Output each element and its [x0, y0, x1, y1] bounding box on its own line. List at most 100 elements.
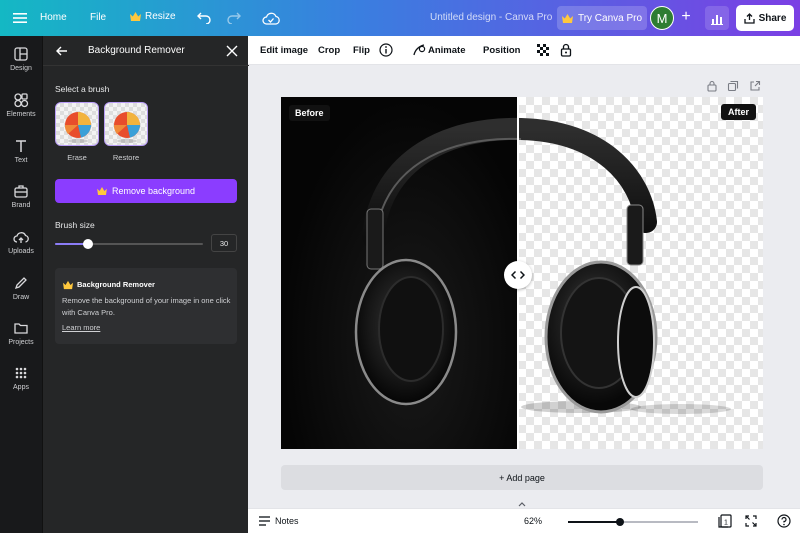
rail-item-brand[interactable]: Brand	[0, 183, 42, 223]
menu-icon[interactable]	[12, 10, 28, 26]
rail-label: Projects	[8, 339, 34, 346]
beach-ball-icon	[64, 112, 91, 143]
animate-icon	[412, 43, 426, 57]
position-button[interactable]: Position	[483, 45, 520, 56]
rail-item-elements[interactable]: Elements	[0, 92, 42, 132]
undo-icon[interactable]	[196, 10, 212, 26]
chevron-left-right-icon	[511, 270, 525, 280]
grid-icon	[15, 367, 27, 379]
add-page-button[interactable]: + Add page	[281, 465, 763, 490]
cloud-upload-icon	[13, 232, 29, 243]
erase-label: Erase	[67, 153, 87, 162]
lock-icon[interactable]	[559, 43, 573, 57]
document-title[interactable]: Untitled design - Canva Pro	[430, 12, 552, 23]
rail-item-design[interactable]: Design	[0, 46, 42, 86]
compare-slider-handle[interactable]	[504, 261, 532, 289]
transparency-icon[interactable]	[536, 43, 550, 57]
brush-size-input[interactable]: 30	[211, 234, 237, 252]
before-tag: Before	[289, 105, 330, 121]
duplicate-page-icon[interactable]	[727, 80, 739, 92]
close-icon[interactable]	[225, 44, 239, 58]
pro-info-card: Background Remover Remove the background…	[55, 268, 237, 344]
select-brush-label: Select a brush	[55, 84, 110, 94]
zoom-fill	[568, 521, 620, 523]
crown-icon	[63, 280, 73, 290]
file-menu[interactable]: File	[90, 12, 106, 23]
folder-icon	[14, 323, 28, 334]
erase-brush-tile[interactable]	[55, 102, 99, 146]
info-body: Remove the background of your image in o…	[62, 296, 231, 317]
back-arrow-icon[interactable]	[55, 44, 69, 58]
share-button[interactable]: Share	[736, 5, 794, 31]
help-icon[interactable]	[777, 514, 791, 528]
crop-button[interactable]: Crop	[318, 45, 340, 56]
crown-icon	[97, 187, 107, 195]
fullscreen-icon[interactable]	[745, 515, 757, 527]
left-rail: Design Elements Text Brand Uploads Draw …	[0, 36, 42, 533]
animate-button[interactable]: Animate	[428, 45, 465, 56]
rail-label: Uploads	[8, 248, 34, 255]
flip-button[interactable]: Flip	[353, 45, 370, 56]
rail-label: Elements	[6, 111, 36, 118]
rail-item-projects[interactable]: Projects	[0, 320, 42, 360]
after-tag: After	[720, 104, 756, 120]
add-member-icon[interactable]: +	[677, 9, 695, 27]
rail-item-uploads[interactable]: Uploads	[0, 229, 42, 269]
brush-size-handle[interactable]	[82, 239, 93, 249]
panel-header: Background Remover	[43, 36, 249, 66]
edit-image-button[interactable]: Edit image	[260, 45, 308, 56]
pages-icon[interactable]: 1	[718, 514, 732, 528]
share-label: Share	[758, 12, 787, 24]
share-page-icon[interactable]	[749, 80, 761, 92]
rail-label: Design	[10, 65, 32, 72]
chevron-up-icon[interactable]	[515, 498, 529, 508]
resize-label: Resize	[145, 11, 176, 22]
restore-brush-tile[interactable]	[104, 102, 148, 146]
background-remover-panel: Background Remover Select a brush Erase …	[42, 36, 249, 533]
redo-icon[interactable]	[226, 10, 242, 26]
crown-icon	[130, 12, 141, 21]
beach-ball-icon	[113, 112, 140, 143]
insights-button[interactable]	[705, 6, 729, 30]
rail-item-draw[interactable]: Draw	[0, 275, 42, 315]
top-bar: Home File Resize Untitled design - Canva…	[0, 0, 800, 36]
cloud-save-icon[interactable]	[262, 10, 280, 26]
rail-label: Text	[14, 157, 28, 164]
zoom-handle[interactable]	[616, 518, 624, 526]
rail-label: Brand	[11, 202, 31, 209]
brush-size-slider[interactable]	[55, 239, 203, 249]
avatar[interactable]: M	[650, 6, 674, 30]
try-pro-button[interactable]: Try Canva Pro	[557, 6, 647, 30]
rail-label: Draw	[12, 294, 30, 301]
resize-button[interactable]: Resize	[130, 11, 176, 22]
bottom-bar: Notes 62% 1	[248, 508, 800, 533]
pen-icon	[14, 277, 27, 290]
text-icon	[16, 140, 26, 152]
shapes-icon	[14, 93, 29, 108]
remove-background-button[interactable]: Remove background	[55, 179, 237, 203]
info-title: Background Remover	[77, 280, 155, 289]
context-toolbar: Edit image Crop Flip Animate Position	[248, 36, 800, 65]
design-page[interactable]: Before After	[281, 97, 763, 449]
lock-page-icon[interactable]	[706, 80, 718, 92]
notes-button[interactable]: Notes	[275, 516, 299, 526]
crown-icon	[561, 13, 573, 23]
try-pro-label: Try Canva Pro	[577, 12, 643, 24]
rail-label: Apps	[13, 384, 29, 391]
upload-icon	[743, 12, 755, 24]
home-button[interactable]: Home	[40, 12, 67, 23]
rail-item-apps[interactable]: Apps	[0, 365, 42, 405]
restore-label: Restore	[112, 153, 140, 162]
rail-item-text[interactable]: Text	[0, 138, 42, 178]
briefcase-icon	[14, 185, 28, 198]
zoom-slider[interactable]	[568, 518, 698, 526]
page-count: 1	[724, 520, 728, 527]
layout-icon	[14, 47, 28, 61]
brush-size-label: Brush size	[55, 220, 95, 230]
bar-chart-icon	[711, 15, 723, 25]
learn-more-link[interactable]: Learn more	[62, 323, 100, 332]
info-icon[interactable]	[379, 43, 393, 57]
zoom-percentage[interactable]: 62%	[524, 516, 542, 526]
notes-icon[interactable]	[258, 515, 271, 527]
panel-title: Background Remover	[88, 45, 185, 56]
